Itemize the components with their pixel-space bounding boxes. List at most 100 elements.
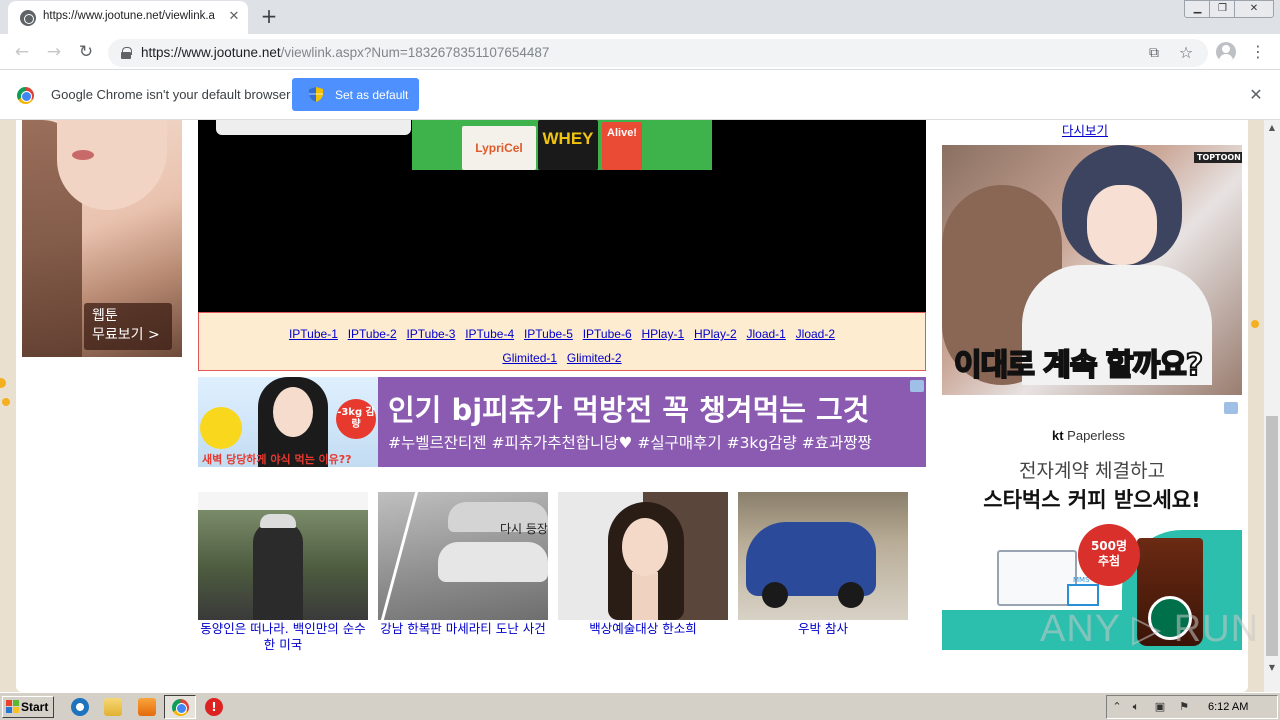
banner-photo: -3kg 감량 새벽 당당하게 야식 먹는 이유??: [198, 377, 378, 467]
kebab-menu-icon[interactable]: ⋮: [1250, 42, 1266, 62]
thumbnail-wheel: [838, 582, 864, 608]
mirror-links-row2: Glimited-1 Glimited-2: [199, 346, 925, 370]
tab-close-icon[interactable]: ✕: [226, 9, 242, 25]
mirror-link-iptube-5[interactable]: IPTube-5: [524, 327, 573, 341]
toptoon-headline: 이대로 계속 할까요?: [953, 340, 1204, 384]
news-caption-2[interactable]: 강남 한복판 마세라티 도난 사건: [378, 621, 548, 637]
kt-headline-1: 전자계약 체결하고: [1019, 460, 1165, 482]
infobar-message: Google Chrome isn't your default browser: [51, 87, 291, 102]
mirror-link-iptube-4[interactable]: IPTube-4: [465, 327, 514, 341]
popup-blocked-icon[interactable]: ⧉: [1145, 44, 1163, 62]
volume-icon[interactable]: 🔈︎: [1129, 700, 1143, 714]
tray-expand-icon[interactable]: ⌃: [1110, 700, 1124, 714]
decor-dot: [2, 398, 10, 406]
supplement-ad[interactable]: LypriCel WHEY Alive!: [412, 120, 712, 170]
supplement-whey: WHEY: [538, 120, 598, 170]
decor-dot: [1251, 320, 1259, 328]
thumbnail-person: [253, 522, 303, 620]
mirror-link-jload-2[interactable]: Jload-2: [796, 327, 835, 341]
supplement-alive: Alive!: [602, 122, 642, 170]
url-text[interactable]: https://www.jootune.net/viewlink.aspx?Nu…: [141, 45, 549, 60]
folder-icon[interactable]: [104, 698, 122, 716]
kt-badge-line2: 추첨: [1097, 554, 1121, 568]
set-as-default-label: Set as default: [335, 88, 409, 102]
rewatch-link[interactable]: 다시보기: [1062, 120, 1108, 139]
mirror-link-iptube-2[interactable]: IPTube-2: [348, 327, 397, 341]
window-restore-button[interactable]: ❐: [1209, 0, 1236, 18]
new-tab-button[interactable]: +: [258, 6, 280, 28]
ad-illustration-lips: [72, 150, 94, 160]
mirror-link-glimited-2[interactable]: Glimited-2: [567, 351, 622, 365]
adchoices-icon[interactable]: [1224, 402, 1238, 414]
window-minimize-button[interactable]: ▁: [1184, 0, 1211, 18]
scrollbar-thumb[interactable]: [1266, 416, 1278, 656]
anyrun-watermark: ANY ▷ RUN: [1040, 608, 1260, 650]
lock-icon[interactable]: [121, 47, 132, 59]
news-thumbnail-4[interactable]: [738, 492, 908, 620]
start-button[interactable]: Start: [2, 696, 54, 718]
windows-taskbar: Start ! ⌃ 🔈︎ ▣ ⚑ 6:12 AM: [0, 692, 1280, 720]
forward-arrow-icon[interactable]: →: [42, 40, 66, 64]
mirror-link-iptube-1[interactable]: IPTube-1: [289, 327, 338, 341]
reload-icon[interactable]: ↻: [74, 40, 98, 64]
adchoices-icon[interactable]: [910, 380, 924, 392]
mirror-link-hplay-2[interactable]: HPlay-2: [694, 327, 737, 341]
headline-part-a: 이대로: [953, 347, 1044, 384]
taskbar-clock[interactable]: 6:12 AM: [1208, 701, 1248, 713]
webtoon-free-badge[interactable]: 웹툰 무료보기 >: [84, 303, 172, 350]
set-as-default-button[interactable]: Set as default: [292, 78, 419, 111]
decor-dot: [0, 378, 6, 388]
news-thumbnail-3[interactable]: [558, 492, 728, 620]
network-icon[interactable]: ▣: [1153, 700, 1167, 714]
mirror-links-box: IPTube-1 IPTube-2 IPTube-3 IPTube-4 IPTu…: [198, 312, 926, 371]
media-player-icon[interactable]: [138, 698, 156, 716]
infobar-close-icon[interactable]: ✕: [1247, 86, 1265, 104]
window-close-button[interactable]: ✕: [1234, 0, 1274, 18]
diet-banner-ad[interactable]: -3kg 감량 새벽 당당하게 야식 먹는 이유?? 인기 bj피츄가 먹방전 …: [198, 377, 926, 467]
news-thumbnail-2[interactable]: 다시 등장: [378, 492, 548, 620]
news-caption-4[interactable]: 우박 참사: [738, 621, 908, 637]
internet-explorer-icon[interactable]: [71, 698, 89, 716]
mirror-link-iptube-6[interactable]: IPTube-6: [583, 327, 632, 341]
mms-mail-icon: MMS: [1067, 576, 1099, 606]
news-caption-3[interactable]: 백상예술대상 한소희: [558, 621, 728, 637]
thumbnail-overlay-text: 다시 등장: [500, 522, 548, 536]
page-scrollbar[interactable]: ▲ ▼: [1264, 120, 1280, 692]
chrome-icon: [172, 699, 189, 716]
mirror-link-jload-1[interactable]: Jload-1: [746, 327, 785, 341]
star-bookmark-icon[interactable]: ☆: [1177, 44, 1195, 62]
webtoon-ad-left[interactable]: 웹툰 무료보기 >: [22, 120, 182, 357]
page-viewport: 웹툰 무료보기 > LypriCel WHEY Alive! IPTube-1 …: [0, 120, 1264, 692]
toptoon-ad[interactable]: TOPTOON 이대로 계속 할까요?: [942, 145, 1242, 395]
kt-raffle-badge: 500명 추첨: [1078, 524, 1140, 586]
video-player[interactable]: LypriCel WHEY Alive!: [198, 120, 926, 312]
stop-sign-icon[interactable]: !: [205, 698, 223, 716]
thumbnail-face: [622, 518, 668, 576]
back-arrow-icon[interactable]: ←: [10, 40, 34, 64]
thumbnail-cap: [260, 514, 296, 528]
banner-hashtags: #누벨르잔티젠 #피츄가추천합니당♥ #실구매후기 #3kg감량 #효과짱짱: [388, 434, 872, 452]
scroll-down-arrow-icon[interactable]: ▼: [1264, 660, 1280, 676]
mirror-link-glimited-1[interactable]: Glimited-1: [502, 351, 557, 365]
news-caption-1[interactable]: 동양인은 떠나라. 백인만의 순수한 미국: [198, 621, 368, 653]
profile-avatar-icon[interactable]: [1216, 42, 1236, 62]
action-center-flag-icon[interactable]: ⚑: [1177, 700, 1191, 714]
tab-title: https://www.jootune.net/viewlink.a: [43, 10, 215, 22]
kt-product: Paperless: [1063, 428, 1125, 443]
mirror-link-hplay-1[interactable]: HPlay-1: [641, 327, 684, 341]
taskbar-chrome-button[interactable]: [164, 695, 196, 719]
mirror-link-iptube-3[interactable]: IPTube-3: [406, 327, 455, 341]
globe-icon: [20, 10, 36, 26]
news-thumbnail-1[interactable]: [198, 492, 368, 620]
default-browser-infobar: Google Chrome isn't your default browser…: [0, 70, 1280, 120]
toptoon-logo: TOPTOON: [1194, 152, 1242, 163]
address-bar[interactable]: https://www.jootune.net/viewlink.aspx?Nu…: [108, 39, 1208, 67]
active-tab[interactable]: https://www.jootune.net/viewlink.a ✕: [8, 1, 248, 34]
thumbnail-neck: [632, 572, 658, 620]
windows-logo-icon: [6, 700, 20, 714]
weight-loss-badge: -3kg 감량: [336, 399, 376, 439]
kt-brand: kt: [1052, 428, 1064, 443]
banner-caption: 새벽 당당하게 야식 먹는 이유??: [202, 453, 352, 466]
scroll-up-arrow-icon[interactable]: ▲: [1264, 120, 1280, 136]
url-path: /viewlink.aspx?Num=1832678351107654487: [280, 45, 550, 60]
